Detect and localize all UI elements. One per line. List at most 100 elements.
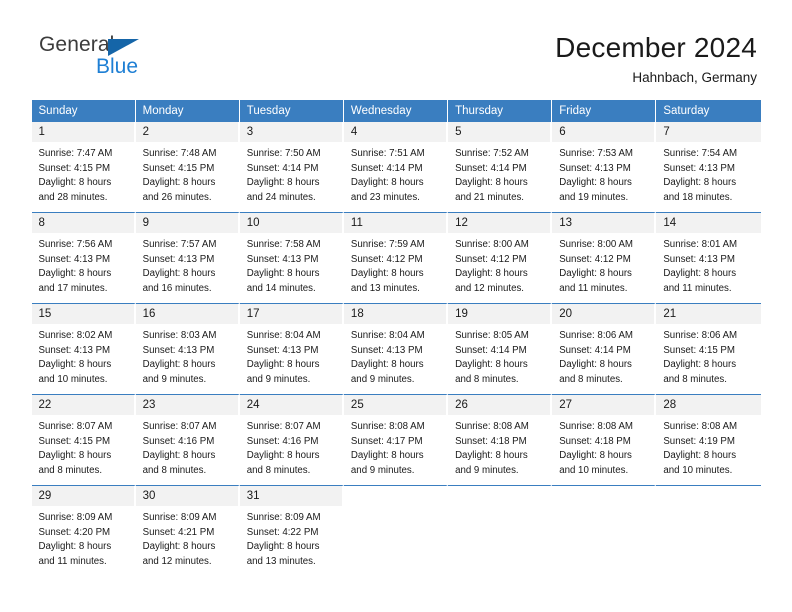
day-cell[interactable]: 20 Sunrise: 8:06 AM Sunset: 4:14 PM Dayligh… (552, 303, 657, 394)
daylight-text-line2: and 19 minutes. (559, 192, 629, 204)
sunset-text: Sunset: 4:14 PM (455, 162, 527, 174)
daylight-text-line2: and 24 minutes. (246, 192, 316, 204)
day-details: Sunrise: 8:04 AM Sunset: 4:13 PM Daylight:… (344, 324, 446, 388)
daylight-text-line1: Daylight: 8 hours (142, 359, 216, 371)
day-cell[interactable]: 28 Sunrise: 8:08 AM Sunset: 4:19 PM Dayligh… (656, 394, 761, 485)
daylight-text-line2: and 10 minutes. (559, 465, 629, 477)
daylight-text-line2: and 14 minutes. (246, 283, 316, 295)
day-cell[interactable]: 31 Sunrise: 8:09 AM Sunset: 4:22 PM Dayligh… (239, 485, 344, 576)
day-cell-empty (448, 485, 553, 576)
day-cell[interactable]: 3 Sunrise: 7:50 AM Sunset: 4:14 PM Daylight… (239, 122, 344, 212)
daylight-text-line1: Daylight: 8 hours (455, 268, 528, 280)
day-cell[interactable]: 5 Sunrise: 7:52 AM Sunset: 4:14 PM Daylight… (448, 122, 553, 212)
day-cell[interactable]: 27 Sunrise: 8:08 AM Sunset: 4:18 PM Dayligh… (552, 394, 657, 485)
day-number: 5 (448, 122, 551, 142)
daylight-text-line2: and 11 minutes. (559, 283, 628, 295)
sunrise-text: Sunrise: 7:50 AM (246, 148, 321, 159)
day-details: Sunrise: 8:07 AM Sunset: 4:16 PM Daylight:… (136, 415, 238, 479)
day-cell[interactable]: 1 Sunrise: 7:47 AM Sunset: 4:15 PM Daylight… (31, 122, 136, 212)
day-number: 19 (448, 304, 551, 324)
sunset-text: Sunset: 4:19 PM (663, 435, 735, 447)
day-number: 4 (343, 122, 447, 142)
week-row: 8 Sunrise: 7:56 AM Sunset: 4:13 PM Daylight… (31, 212, 761, 303)
daylight-text-line1: Daylight: 8 hours (663, 359, 737, 371)
daylight-text-line1: Daylight: 8 hours (350, 268, 424, 280)
sunset-text: Sunset: 4:15 PM (142, 162, 215, 174)
day-number: 30 (135, 486, 238, 506)
week-row: 15 Sunrise: 8:02 AM Sunset: 4:13 PM Dayligh… (31, 303, 761, 394)
sunset-text: Sunset: 4:20 PM (38, 526, 111, 538)
day-cell[interactable]: 22 Sunrise: 8:07 AM Sunset: 4:15 PM Dayligh… (31, 394, 136, 485)
day-cell[interactable]: 25 Sunrise: 8:08 AM Sunset: 4:17 PM Dayligh… (343, 394, 449, 485)
day-cell[interactable]: 13 Sunrise: 8:00 AM Sunset: 4:12 PM Dayligh… (552, 212, 657, 303)
day-cell[interactable]: 7 Sunrise: 7:54 AM Sunset: 4:13 PM Daylight… (656, 122, 761, 212)
day-cell[interactable]: 30 Sunrise: 8:09 AM Sunset: 4:21 PM Dayligh… (135, 485, 240, 576)
week-row: 1 Sunrise: 7:47 AM Sunset: 4:15 PM Daylight… (31, 122, 761, 212)
day-cell[interactable]: 16 Sunrise: 8:03 AM Sunset: 4:13 PM Dayligh… (135, 303, 240, 394)
sunset-text: Sunset: 4:12 PM (559, 253, 631, 265)
daylight-text-line1: Daylight: 8 hours (559, 268, 632, 280)
day-cell[interactable]: 8 Sunrise: 7:56 AM Sunset: 4:13 PM Daylight… (31, 212, 136, 303)
daylight-text-line1: Daylight: 8 hours (142, 450, 216, 462)
daylight-text-line1: Daylight: 8 hours (142, 177, 216, 189)
day-number: 28 (656, 395, 761, 415)
sunset-text: Sunset: 4:15 PM (663, 344, 735, 356)
sunset-text: Sunset: 4:12 PM (350, 253, 423, 265)
daylight-text-line2: and 10 minutes. (38, 374, 108, 386)
day-details: Sunrise: 7:58 AM Sunset: 4:13 PM Daylight:… (240, 233, 342, 297)
day-number (343, 486, 447, 506)
day-details: Sunrise: 7:57 AM Sunset: 4:13 PM Daylight:… (136, 233, 238, 297)
calendar-header-row: Sunday Monday Tuesday Wednesday Thursday… (31, 100, 761, 122)
day-number: 10 (239, 213, 342, 233)
day-number: 11 (343, 213, 447, 233)
day-cell[interactable]: 12 Sunrise: 8:00 AM Sunset: 4:12 PM Dayligh… (448, 212, 553, 303)
sunset-text: Sunset: 4:14 PM (246, 162, 319, 174)
day-details: Sunrise: 8:08 AM Sunset: 4:18 PM Daylight:… (552, 415, 654, 479)
day-number: 12 (448, 213, 551, 233)
day-details: Sunrise: 7:56 AM Sunset: 4:13 PM Daylight:… (32, 233, 134, 297)
sunrise-text: Sunrise: 8:08 AM (455, 421, 529, 432)
daylight-text-line1: Daylight: 8 hours (142, 541, 216, 553)
day-cell[interactable]: 18 Sunrise: 8:04 AM Sunset: 4:13 PM Dayligh… (343, 303, 449, 394)
day-details: Sunrise: 7:51 AM Sunset: 4:14 PM Daylight:… (344, 142, 446, 206)
day-number (552, 486, 655, 506)
day-number: 31 (239, 486, 342, 506)
daylight-text-line1: Daylight: 8 hours (559, 450, 632, 462)
day-cell[interactable]: 14 Sunrise: 8:01 AM Sunset: 4:13 PM Dayligh… (656, 212, 761, 303)
daylight-text-line2: and 13 minutes. (246, 556, 316, 568)
day-cell[interactable]: 6 Sunrise: 7:53 AM Sunset: 4:13 PM Daylight… (552, 122, 657, 212)
day-cell[interactable]: 21 Sunrise: 8:06 AM Sunset: 4:15 PM Dayligh… (656, 303, 761, 394)
day-cell[interactable]: 23 Sunrise: 8:07 AM Sunset: 4:16 PM Dayligh… (135, 394, 240, 485)
logo-triangle-icon (108, 39, 139, 56)
day-details: Sunrise: 7:48 AM Sunset: 4:15 PM Daylight:… (136, 142, 238, 206)
day-cell[interactable]: 24 Sunrise: 8:07 AM Sunset: 4:16 PM Dayligh… (239, 394, 344, 485)
daylight-text-line2: and 8 minutes. (142, 465, 207, 477)
day-number: 14 (656, 213, 761, 233)
day-cell[interactable]: 26 Sunrise: 8:08 AM Sunset: 4:18 PM Dayligh… (448, 394, 553, 485)
day-cell[interactable]: 4 Sunrise: 7:51 AM Sunset: 4:14 PM Daylight… (343, 122, 449, 212)
daylight-text-line2: and 8 minutes. (455, 374, 519, 386)
sunrise-text: Sunrise: 8:04 AM (350, 330, 425, 341)
daylight-text-line2: and 13 minutes. (350, 283, 420, 295)
day-cell[interactable]: 11 Sunrise: 7:59 AM Sunset: 4:12 PM Dayligh… (343, 212, 449, 303)
day-cell[interactable]: 10 Sunrise: 7:58 AM Sunset: 4:13 PM Dayligh… (239, 212, 344, 303)
sunset-text: Sunset: 4:12 PM (455, 253, 527, 265)
day-number: 29 (31, 486, 134, 506)
sunrise-text: Sunrise: 8:07 AM (38, 421, 113, 432)
day-details: Sunrise: 7:54 AM Sunset: 4:13 PM Daylight:… (656, 142, 760, 206)
daylight-text-line1: Daylight: 8 hours (350, 359, 424, 371)
day-cell[interactable]: 19 Sunrise: 8:05 AM Sunset: 4:14 PM Dayligh… (448, 303, 553, 394)
day-number: 20 (552, 304, 655, 324)
day-cell[interactable]: 9 Sunrise: 7:57 AM Sunset: 4:13 PM Daylight… (135, 212, 240, 303)
sunrise-text: Sunrise: 7:57 AM (142, 239, 217, 250)
day-cell[interactable]: 15 Sunrise: 8:02 AM Sunset: 4:13 PM Dayligh… (31, 303, 136, 394)
day-cell[interactable]: 2 Sunrise: 7:48 AM Sunset: 4:15 PM Daylight… (135, 122, 240, 212)
daylight-text-line1: Daylight: 8 hours (663, 450, 737, 462)
daylight-text-line1: Daylight: 8 hours (38, 268, 112, 280)
day-number: 24 (239, 395, 342, 415)
day-cell[interactable]: 29 Sunrise: 8:09 AM Sunset: 4:20 PM Dayligh… (31, 485, 136, 576)
day-details: Sunrise: 8:09 AM Sunset: 4:21 PM Daylight:… (136, 506, 238, 570)
day-cell[interactable]: 17 Sunrise: 8:04 AM Sunset: 4:13 PM Dayligh… (239, 303, 344, 394)
sunset-text: Sunset: 4:13 PM (38, 344, 111, 356)
daylight-text-line1: Daylight: 8 hours (38, 359, 112, 371)
